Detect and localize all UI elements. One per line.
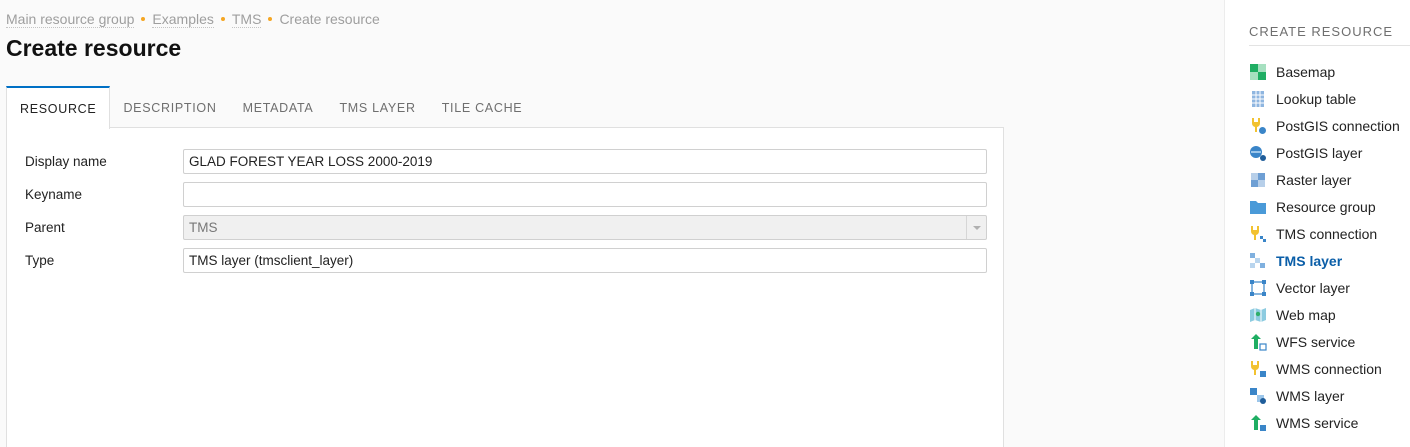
- sidebar-item-label: Basemap: [1276, 63, 1336, 80]
- tab-tms-layer[interactable]: TMS LAYER: [326, 86, 428, 128]
- wfs-service-icon: [1251, 333, 1267, 351]
- parent-label: Parent: [25, 220, 65, 235]
- type-label: Type: [25, 253, 55, 268]
- postgis-layer-icon: [1250, 145, 1266, 161]
- parent-row: Parent TMS: [7, 215, 1005, 240]
- sidebar-item-label: Web map: [1276, 306, 1336, 323]
- sidebar-item-postgis-connection[interactable]: PostGIS connection: [1249, 112, 1400, 139]
- sidebar-item-resource-group[interactable]: Resource group: [1249, 193, 1400, 220]
- lookup-table-icon: [1252, 90, 1264, 107]
- sidebar-item-raster-layer[interactable]: Raster layer: [1249, 166, 1400, 193]
- sidebar-item-label: Resource group: [1276, 198, 1376, 215]
- create-resource-sidebar: CREATE RESOURCE Basemap Lookup table Pos…: [1224, 0, 1410, 447]
- wms-connection-icon: [1250, 360, 1266, 377]
- display-name-label: Display name: [25, 154, 107, 169]
- wms-layer-icon: [1250, 387, 1266, 404]
- tms-connection-icon: [1250, 225, 1266, 242]
- sidebar-item-label: Lookup table: [1276, 90, 1357, 107]
- sidebar-item-lookup-table[interactable]: Lookup table: [1249, 85, 1400, 112]
- sidebar-item-label: Vector layer: [1276, 279, 1350, 296]
- raster-layer-icon: [1251, 172, 1265, 187]
- sidebar-item-label: TMS layer: [1276, 252, 1343, 269]
- tms-layer-icon: [1250, 252, 1265, 268]
- vector-layer-icon: [1250, 279, 1266, 296]
- type-field: TMS layer (tmsclient_layer): [183, 248, 987, 273]
- sidebar-item-vector-layer[interactable]: Vector layer: [1249, 274, 1400, 301]
- sidebar-list: Basemap Lookup table PostGIS connection …: [1249, 58, 1400, 436]
- basemap-icon: [1250, 63, 1266, 80]
- sidebar-item-postgis-layer[interactable]: PostGIS layer: [1249, 139, 1400, 166]
- sidebar-item-wfs-service[interactable]: WFS service: [1249, 328, 1400, 355]
- tab-bar: RESOURCE DESCRIPTION METADATA TMS LAYER …: [6, 86, 536, 129]
- sidebar-item-label: PostGIS connection: [1276, 117, 1400, 134]
- web-map-icon: [1250, 307, 1266, 322]
- chevron-down-icon: [966, 216, 986, 239]
- keyname-row: Keyname: [7, 182, 1005, 207]
- type-row: Type TMS layer (tmsclient_layer): [7, 248, 1005, 273]
- tab-tile-cache[interactable]: TILE CACHE: [429, 86, 536, 128]
- sidebar-item-label: WFS service: [1276, 333, 1356, 350]
- sidebar-item-label: WMS layer: [1276, 387, 1345, 404]
- sidebar-item-tms-layer[interactable]: TMS layer: [1249, 247, 1400, 274]
- sidebar-item-wms-layer[interactable]: WMS layer: [1249, 382, 1400, 409]
- display-name-field[interactable]: GLAD FOREST YEAR LOSS 2000-2019: [183, 149, 987, 174]
- breadcrumb-current: Create resource: [279, 11, 380, 27]
- breadcrumb: Main resource group Examples TMS Create res…: [6, 11, 380, 28]
- sidebar-item-label: Raster layer: [1276, 171, 1352, 188]
- sidebar-item-label: TMS connection: [1276, 225, 1378, 242]
- main-content: Main resource group Examples TMS Create res…: [0, 0, 1224, 447]
- keyname-field[interactable]: [183, 182, 987, 207]
- tab-metadata[interactable]: METADATA: [230, 86, 327, 128]
- wms-service-icon: [1251, 414, 1266, 431]
- parent-select: TMS: [183, 215, 987, 240]
- sidebar-item-label: PostGIS layer: [1276, 144, 1363, 161]
- breadcrumb-separator: [141, 17, 146, 22]
- sidebar-item-label: WMS connection: [1276, 360, 1382, 377]
- sidebar-item-label: WMS service: [1276, 414, 1359, 431]
- tab-resource[interactable]: RESOURCE: [6, 86, 111, 129]
- display-name-row: Display name GLAD FOREST YEAR LOSS 2000-…: [7, 149, 1005, 174]
- postgis-connection-icon: [1251, 117, 1266, 134]
- sidebar-item-basemap[interactable]: Basemap: [1249, 58, 1400, 85]
- breadcrumb-examples[interactable]: Examples: [152, 11, 214, 28]
- page-title: Create resource: [6, 35, 182, 61]
- sidebar-divider: [1249, 45, 1410, 46]
- breadcrumb-separator: [268, 17, 273, 22]
- sidebar-item-web-map[interactable]: Web map: [1249, 301, 1400, 328]
- sidebar-item-tms-connection[interactable]: TMS connection: [1249, 220, 1400, 247]
- breadcrumb-separator: [220, 17, 225, 22]
- tab-description[interactable]: DESCRIPTION: [110, 86, 229, 128]
- parent-select-value: TMS: [189, 220, 218, 235]
- resource-form-panel: Display name GLAD FOREST YEAR LOSS 2000-…: [6, 127, 1004, 447]
- sidebar-item-wms-connection[interactable]: WMS connection: [1249, 355, 1400, 382]
- sidebar-item-wms-service[interactable]: WMS service: [1249, 409, 1400, 436]
- keyname-label: Keyname: [25, 187, 83, 202]
- sidebar-title: CREATE RESOURCE: [1249, 24, 1394, 39]
- breadcrumb-tms[interactable]: TMS: [231, 11, 262, 28]
- folder-icon: [1250, 200, 1266, 214]
- breadcrumb-main-resource-group[interactable]: Main resource group: [6, 11, 135, 28]
